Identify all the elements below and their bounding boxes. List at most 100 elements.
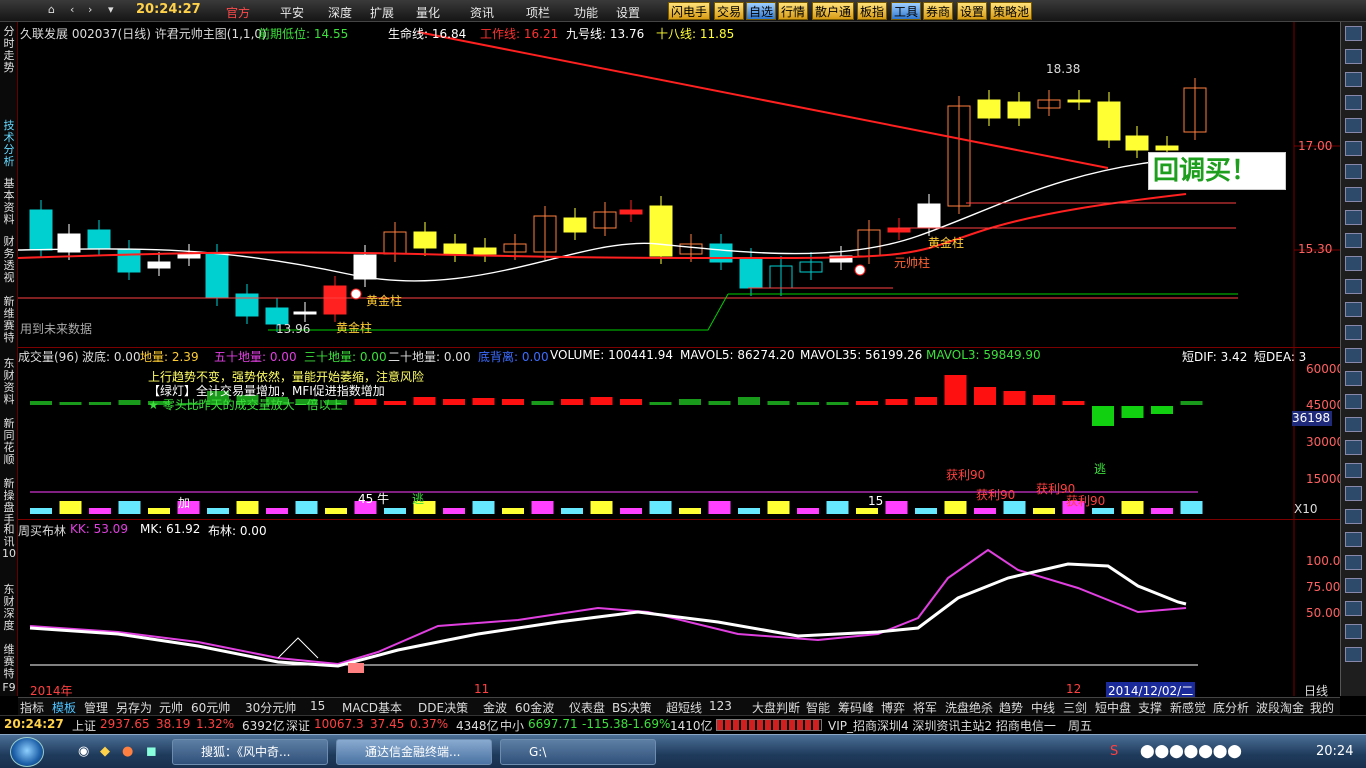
menu-extend[interactable]: 扩展 [370, 4, 394, 21]
forward-icon[interactable]: › [88, 3, 92, 16]
task-tdx[interactable]: 通达信金融终端... [336, 739, 492, 765]
back-icon[interactable]: ‹ [70, 3, 74, 16]
tool-button[interactable] [1345, 555, 1362, 570]
tool-button[interactable] [1345, 164, 1362, 179]
menu-news[interactable]: 资讯 [470, 4, 494, 21]
tool-button[interactable] [1345, 210, 1362, 225]
quicklaunch-icon[interactable]: ◆ [100, 744, 110, 759]
tab-eastmoney[interactable]: 东财资料 [1, 358, 17, 406]
indicator-tab[interactable]: 60元帅 [191, 699, 230, 716]
indicator-tab[interactable]: 筹码峰 [838, 699, 874, 716]
tool-button[interactable] [1345, 578, 1362, 593]
tool-button[interactable] [1345, 440, 1362, 455]
task-explorer[interactable]: G:\ [500, 739, 656, 765]
indicator-tab[interactable]: 元帅 [159, 699, 183, 716]
tab-basic-info[interactable]: 基本资料 [1, 178, 17, 226]
tool-button[interactable] [1345, 325, 1362, 340]
sh-name[interactable]: 上证 [72, 717, 96, 734]
btn-settings[interactable]: 设置 [957, 2, 988, 20]
indicator-tab[interactable]: 金波 [483, 699, 507, 716]
indicator-tab[interactable]: MACD基本 [342, 699, 402, 716]
tool-button[interactable] [1345, 95, 1362, 110]
tool-button[interactable] [1345, 532, 1362, 547]
menu-quant[interactable]: 量化 [416, 4, 440, 21]
tool-button[interactable] [1345, 509, 1362, 524]
indicator-tab[interactable]: 趋势 [999, 699, 1023, 716]
tray-icon[interactable]: ⬤⬤⬤⬤⬤⬤⬤ [1140, 744, 1242, 759]
indicator-tab[interactable]: 另存为 [116, 699, 152, 716]
server-info[interactable]: VIP_招商深圳4 深圳资讯主站2 招商电信一 [828, 717, 1056, 734]
btn-quotes[interactable]: 行情 [778, 2, 809, 20]
menu-topbar[interactable]: 项栏 [526, 4, 550, 21]
quicklaunch-icon[interactable]: ◉ [78, 744, 89, 759]
btn-index[interactable]: 板指 [857, 2, 888, 20]
btn-watchlist[interactable]: 自选 [746, 2, 777, 20]
indicator-tab[interactable]: 中线 [1031, 699, 1055, 716]
menu-functions[interactable]: 功能 [574, 4, 598, 21]
tab-tonghuashun[interactable]: 新同花顺 [1, 418, 17, 466]
indicator-tab[interactable]: 短中盘 [1095, 699, 1131, 716]
tool-button[interactable] [1345, 187, 1362, 202]
tab-trader[interactable]: 新操盘手 [1, 478, 17, 526]
indicator-tab[interactable]: 三剑 [1063, 699, 1087, 716]
menu-settings[interactable]: 设置 [616, 4, 640, 21]
indicator-tab[interactable]: 仪表盘 [569, 699, 605, 716]
indicator-tab[interactable]: 大盘判断 [752, 699, 800, 716]
taskbar-clock[interactable]: 20:24 [1316, 744, 1353, 759]
menu-depth[interactable]: 深度 [328, 4, 352, 21]
tool-button[interactable] [1345, 371, 1362, 386]
sz-name[interactable]: 深证 [286, 717, 310, 734]
btn-flash-trade[interactable]: 闪电手 [668, 2, 711, 20]
tool-button[interactable] [1345, 647, 1362, 662]
tool-button[interactable] [1345, 141, 1362, 156]
indicator-tab[interactable]: 30分元帅 [245, 699, 296, 716]
indicator-tab[interactable]: 60金波 [515, 699, 554, 716]
btn-broker[interactable]: 券商 [923, 2, 954, 20]
btn-strategy[interactable]: 策略池 [990, 2, 1033, 20]
tab-wst[interactable]: 维赛特 [1, 644, 17, 680]
indicator-tab[interactable]: 将军 [913, 699, 937, 716]
tool-button[interactable] [1345, 302, 1362, 317]
tab-hexun[interactable]: 和讯10 [1, 524, 17, 560]
zx-name[interactable]: 中小 [500, 717, 524, 734]
chart-area[interactable]: 久联发展 002037(日线) 许君元帅主图(1,1,0) 前期低位: 14.5… [18, 22, 1344, 699]
btn-trade[interactable]: 交易 [714, 2, 745, 20]
tab-weisaite[interactable]: 新维赛特 [1, 296, 17, 344]
tool-button[interactable] [1345, 72, 1362, 87]
tool-button[interactable] [1345, 256, 1362, 271]
indicator-tab[interactable]: 洗盘绝杀 [945, 699, 993, 716]
menu-official[interactable]: 官方 [226, 4, 250, 21]
tool-button[interactable] [1345, 417, 1362, 432]
indicator-tab[interactable]: 管理 [84, 699, 108, 716]
indicator-tab[interactable]: 超短线 [666, 699, 702, 716]
tray-icon[interactable]: S [1110, 744, 1118, 759]
tool-button[interactable] [1345, 463, 1362, 478]
indicator-tab[interactable]: 新感觉 [1170, 699, 1206, 716]
tool-button[interactable] [1345, 26, 1362, 41]
tool-button[interactable] [1345, 394, 1362, 409]
tab-timeshare[interactable]: 分时走势 [1, 26, 17, 74]
indicator-tab[interactable]: DDE决策 [418, 699, 468, 716]
indicator-tab[interactable]: 智能 [806, 699, 830, 716]
tool-button[interactable] [1345, 624, 1362, 639]
menu-pingan[interactable]: 平安 [280, 4, 304, 21]
tool-button[interactable] [1345, 233, 1362, 248]
tool-button[interactable] [1345, 601, 1362, 616]
dropdown-icon[interactable]: ▾ [108, 3, 114, 16]
tool-button[interactable] [1345, 118, 1362, 133]
indicator-tab[interactable]: 底分析 [1213, 699, 1249, 716]
tab-finance[interactable]: 财务透视 [1, 236, 17, 284]
indicator-tab[interactable]: BS决策 [612, 699, 652, 716]
indicator-tab[interactable]: 15 [310, 699, 325, 713]
home-icon[interactable]: ⌂ [48, 3, 55, 16]
indicator-tab[interactable]: 123 [709, 699, 732, 713]
indicator-tab[interactable]: 博弈 [881, 699, 905, 716]
tool-button[interactable] [1345, 49, 1362, 64]
quicklaunch-icon[interactable]: ● [122, 744, 133, 759]
tool-button[interactable] [1345, 279, 1362, 294]
tab-f9[interactable]: F9 [1, 682, 17, 694]
tool-button[interactable] [1345, 486, 1362, 501]
start-button[interactable] [10, 737, 44, 767]
indicator-tab[interactable]: 支撑 [1138, 699, 1162, 716]
indicator-tab[interactable]: 波段淘金 [1256, 699, 1304, 716]
